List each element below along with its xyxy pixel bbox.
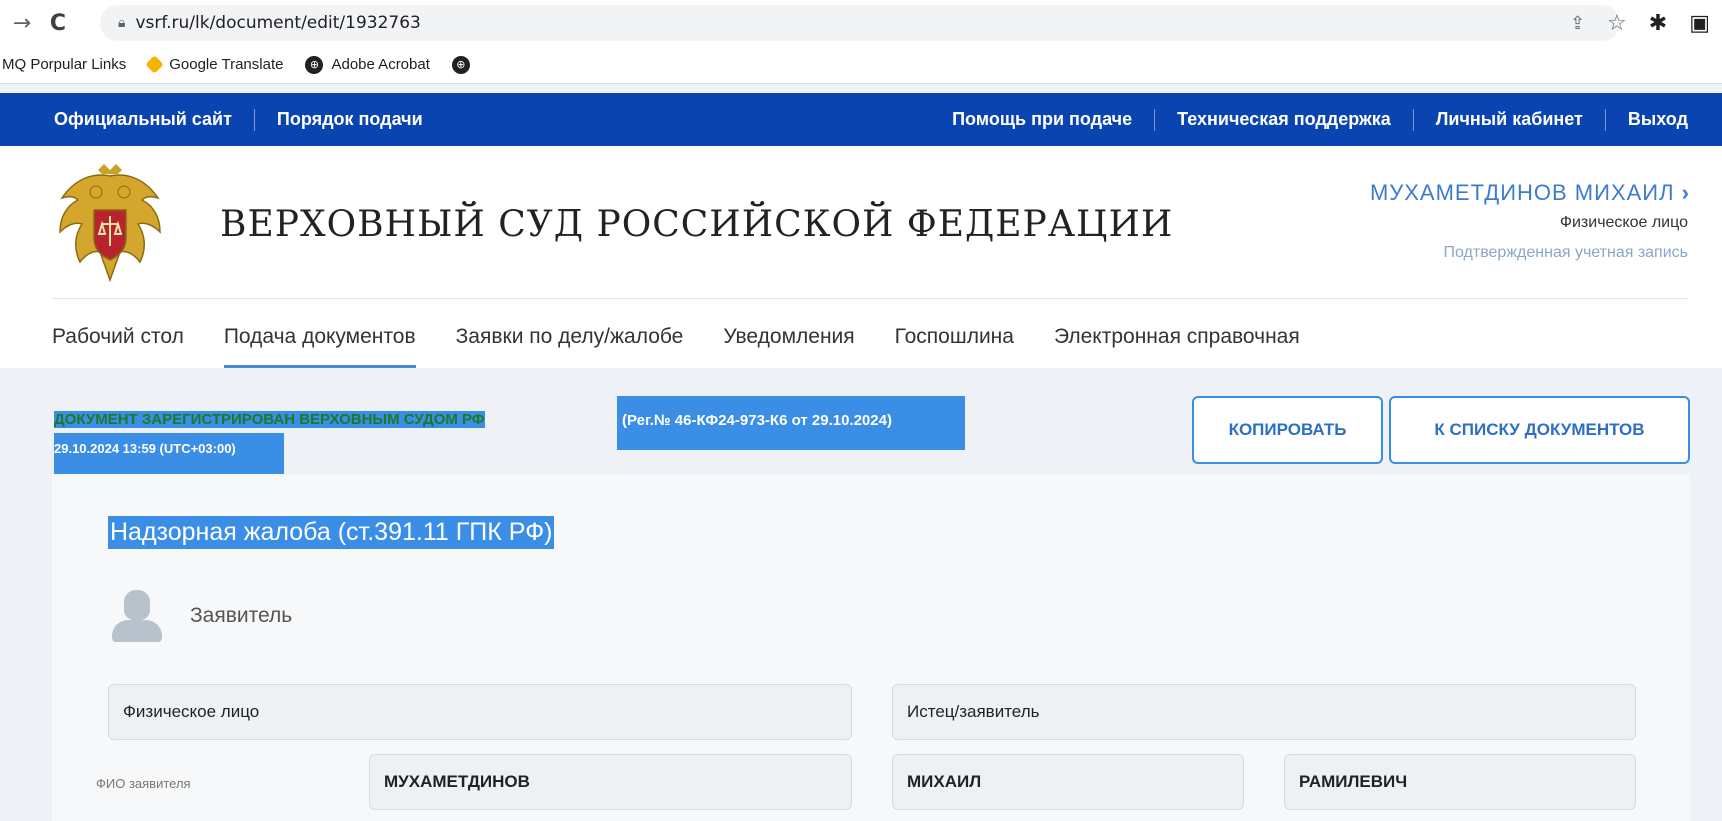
user-type: Физическое лицо <box>1559 214 1688 231</box>
lock-icon: 🔒︎ <box>118 15 126 31</box>
url-text[interactable]: vsrf.ru/lk/document/edit/1932763 <box>135 13 420 33</box>
last-name-field[interactable]: МУХАМЕТДИНОВ <box>369 754 852 810</box>
avatar-head <box>124 590 150 620</box>
address-bar[interactable]: 🔒︎ vsrf.ru/lk/document/edit/1932763 <box>100 5 1620 41</box>
bookmarks-bar: MQ Porpular Links Google Translate ⊕ Adob… <box>0 46 1722 84</box>
globe-icon: ⊕ <box>305 55 324 74</box>
menu-item-state-fee[interactable]: Госпошлина <box>895 306 1014 368</box>
coat-of-arms-logo[interactable] <box>52 162 168 286</box>
bookmark-globe[interactable]: ⊕ <box>451 55 470 74</box>
extensions-icon[interactable]: ✱ <box>1649 11 1667 36</box>
nav-divider <box>1154 108 1156 131</box>
user-name: МУХАМЕТДИНОВ МИХАИЛ <box>1369 180 1675 205</box>
first-name-field[interactable]: МИХАИЛ <box>892 754 1244 810</box>
reload-icon[interactable]: C <box>40 11 76 36</box>
nav-divider <box>1604 108 1606 131</box>
nav-personal-account[interactable]: Личный кабинет <box>1436 109 1583 130</box>
nav-divider <box>1412 108 1414 131</box>
browser-actions: ⇪ ☆ ✱ ▣ <box>1570 6 1710 40</box>
menu-item-e-reference[interactable]: Электронная справочная <box>1054 306 1300 368</box>
court-title: ВЕРХОВНЫЙ СУД РОССИЙСКОЙ ФЕДЕРАЦИИ <box>220 204 1174 245</box>
registration-status: ДОКУМЕНТ ЗАРЕГИСТРИРОВАН ВЕРХОВНЫМ СУДОМ… <box>54 411 485 428</box>
star-icon[interactable]: ☆ <box>1607 11 1627 36</box>
nav-divider <box>253 108 255 131</box>
menu-item-submit-documents[interactable]: Подача документов <box>223 306 416 368</box>
registration-status-text: ДОКУМЕНТ ЗАРЕГИСТРИРОВАН ВЕРХОВНЫМ СУДОМ… <box>54 411 485 428</box>
nav-tech-support[interactable]: Техническая поддержка <box>1177 109 1391 130</box>
bookmark-adobe-acrobat[interactable]: ⊕ Adobe Acrobat <box>305 55 430 74</box>
fio-label: ФИО заявителя <box>96 776 191 791</box>
document-title: Надзорная жалоба (ст.391.11 ГПК РФ) <box>108 516 555 549</box>
bookmark-google-translate[interactable]: Google Translate <box>145 55 283 74</box>
user-profile-link[interactable]: МУХАМЕТДИНОВ МИХАИЛ › <box>1370 180 1690 206</box>
user-avatar-icon <box>112 590 162 642</box>
registration-number: (Рег.№ 46-КФ24-973-К6 от 29.10.2024) <box>617 396 965 450</box>
bookmark-mq-popular-links[interactable]: MQ Porpular Links <box>2 56 126 73</box>
menu-item-notifications[interactable]: Уведомления <box>723 306 854 368</box>
site-top-nav: Официальный сайт Порядок подачи Помощь п… <box>0 93 1722 146</box>
menu-item-case-requests[interactable]: Заявки по делу/жалобе <box>456 306 684 368</box>
person-type-field[interactable]: Физическое лицо <box>108 684 852 740</box>
nav-submission-order[interactable]: Порядок подачи <box>277 109 423 130</box>
nav-help[interactable]: Помощь при подаче <box>952 109 1132 130</box>
nav-official-site[interactable]: Официальный сайт <box>54 109 232 130</box>
chevron-right-icon: › <box>1681 180 1690 205</box>
window-icon[interactable]: ▣ <box>1689 11 1710 36</box>
header-divider <box>52 298 1688 299</box>
nav-logout[interactable]: Выход <box>1628 109 1688 130</box>
registration-datetime: 29.10.2024 13:59 (UTC+03:00) <box>54 433 284 475</box>
share-icon[interactable]: ⇪ <box>1570 13 1585 34</box>
menu-item-desktop[interactable]: Рабочий стол <box>52 306 184 368</box>
copy-button[interactable]: КОПИРОВАТЬ <box>1192 396 1383 464</box>
browser-toolbar: → C 🔒︎ vsrf.ru/lk/document/edit/1932763 … <box>0 0 1722 46</box>
document-card: Надзорная жалоба (ст.391.11 ГПК РФ) Заяв… <box>52 474 1690 821</box>
globe-icon: ⊕ <box>451 55 470 74</box>
applicant-role-field[interactable]: Истец/заявитель <box>892 684 1636 740</box>
to-document-list-button[interactable]: К СПИСКУ ДОКУМЕНТОВ <box>1389 396 1690 464</box>
applicant-section-label: Заявитель <box>190 604 293 627</box>
user-account-status: Подтвержденная учетная запись <box>1443 244 1689 261</box>
avatar-body <box>112 620 162 642</box>
main-menu: Рабочий стол Подача документов Заявки по… <box>52 306 1300 368</box>
google-translate-icon <box>145 55 164 74</box>
middle-name-field[interactable]: РАМИЛЕВИЧ <box>1284 754 1636 810</box>
back-arrow-icon[interactable]: → <box>4 11 40 36</box>
site-header: ВЕРХОВНЫЙ СУД РОССИЙСКОЙ ФЕДЕРАЦИИ МУХАМ… <box>0 146 1722 368</box>
